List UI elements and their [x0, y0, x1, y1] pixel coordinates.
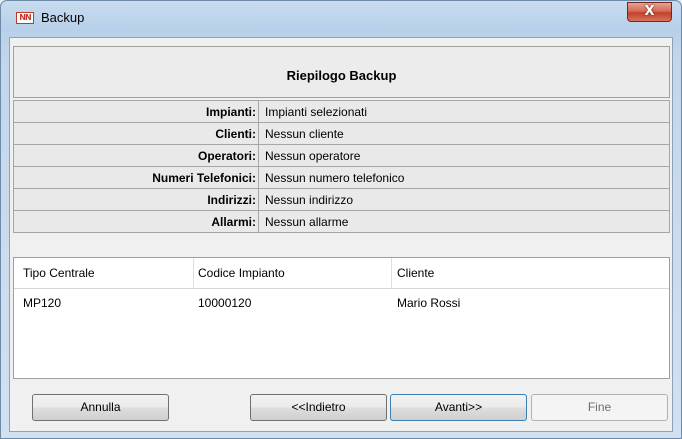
- summary-label: Clienti:: [215, 127, 256, 141]
- column-divider[interactable]: [391, 258, 392, 288]
- next-button[interactable]: Avanti>>: [390, 394, 527, 421]
- summary-value: Nessun indirizzo: [265, 193, 354, 207]
- finish-button[interactable]: Fine: [531, 394, 668, 421]
- column-header-cliente[interactable]: Cliente: [397, 266, 434, 280]
- summary-row-impianti: Impianti: Impianti selezionati: [13, 100, 670, 123]
- summary-value: Nessun operatore: [265, 149, 361, 163]
- row-divider: [258, 145, 259, 166]
- row-divider: [258, 123, 259, 144]
- row-divider: [258, 189, 259, 210]
- column-header-codice-impianto[interactable]: Codice Impianto: [198, 266, 285, 280]
- title-bar[interactable]: NN Backup X: [1, 1, 681, 37]
- page-title: Riepilogo Backup: [286, 68, 397, 83]
- summary-row-operatori: Operatori: Nessun operatore: [13, 144, 670, 167]
- summary-label: Indirizzi:: [207, 193, 256, 207]
- summary-value: Nessun cliente: [265, 127, 344, 141]
- summary-label: Numeri Telefonici:: [152, 171, 256, 185]
- back-button[interactable]: <<Indietro: [250, 394, 387, 421]
- summary-label: Operatori:: [197, 149, 256, 163]
- cell-tipo-centrale: MP120: [23, 296, 62, 310]
- summary-value: Nessun numero telefonico: [265, 171, 405, 185]
- summary-value: Impianti selezionati: [265, 105, 368, 119]
- backup-window: NN Backup X Riepilogo Backup Impianti: I…: [0, 0, 682, 439]
- row-divider: [258, 211, 259, 232]
- close-button[interactable]: X: [627, 2, 672, 22]
- summary-row-clienti: Clienti: Nessun cliente: [13, 122, 670, 145]
- grid-header: Tipo Centrale Codice Impianto Cliente: [14, 258, 669, 289]
- summary-row-numeri-telefonici: Numeri Telefonici: Nessun numero telefon…: [13, 166, 670, 189]
- row-divider: [258, 101, 259, 122]
- summary-label: Impianti:: [206, 105, 256, 119]
- summary-header-panel: Riepilogo Backup: [13, 46, 670, 98]
- plants-grid[interactable]: Tipo Centrale Codice Impianto Cliente MP…: [13, 257, 670, 379]
- column-divider[interactable]: [193, 258, 194, 288]
- summary-value: Nessun allarme: [265, 215, 349, 229]
- window-title: Backup: [41, 10, 85, 25]
- table-row[interactable]: MP120 10000120 Mario Rossi: [14, 290, 669, 312]
- column-header-tipo-centrale[interactable]: Tipo Centrale: [23, 266, 95, 280]
- cancel-button[interactable]: Annulla: [32, 394, 169, 421]
- app-logo-icon: NN: [16, 12, 34, 24]
- cell-cliente: Mario Rossi: [397, 296, 461, 310]
- cell-codice-impianto: 10000120: [198, 296, 252, 310]
- summary-label: Allarmi:: [211, 215, 256, 229]
- summary-row-indirizzi: Indirizzi: Nessun indirizzo: [13, 188, 670, 211]
- summary-row-allarmi: Allarmi: Nessun allarme: [13, 210, 670, 233]
- row-divider: [258, 167, 259, 188]
